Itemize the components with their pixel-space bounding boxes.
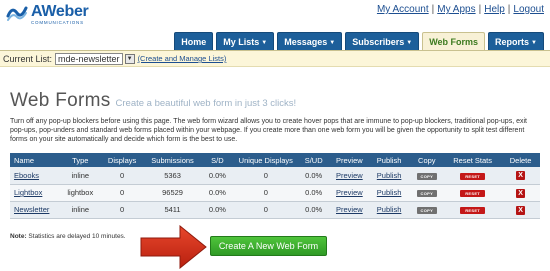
col-displays: Displays	[107, 155, 137, 165]
col-delete: Delete	[509, 155, 532, 165]
preview-link[interactable]: Preview	[336, 171, 363, 180]
current-list-label: Current List:	[3, 53, 53, 64]
stats-note: Note: Statistics are delayed 10 minutes.	[10, 233, 126, 240]
main-nav: Home My Lists ▼ Messages ▼ Subscribers ▼ We…	[174, 32, 544, 51]
reset-stats-button[interactable]: RESET	[460, 190, 486, 197]
form-submissions: 96529	[162, 188, 183, 197]
col-name: Name	[14, 155, 35, 165]
aweber-logo[interactable]: AWeber COMMUNICATIONS	[6, 3, 89, 26]
copy-button[interactable]: COPY	[416, 190, 438, 197]
form-sud: 0.0%	[305, 188, 323, 197]
publish-link[interactable]: Publish	[377, 188, 402, 197]
col-unique-displays: Unique Displays	[238, 155, 293, 165]
form-type: inline	[71, 170, 90, 180]
list-select[interactable]: mde-newsletter	[55, 52, 123, 65]
form-sud: 0.0%	[305, 205, 323, 214]
form-sd: 0.0%	[208, 188, 226, 197]
logo-subtitle: COMMUNICATIONS	[31, 20, 84, 25]
reset-stats-button[interactable]: RESET	[460, 207, 486, 214]
table-row: Lightbox lightbox 0 96529 0.0% 0 0.0% Pr…	[10, 184, 540, 201]
form-displays: 0	[120, 205, 125, 214]
form-name-link[interactable]: Newsletter	[14, 205, 49, 214]
col-sd: S/D	[211, 155, 224, 165]
form-type: inline	[71, 205, 90, 214]
separator: |	[431, 4, 435, 15]
col-submissions: Submissions	[151, 155, 194, 165]
tab-label: Home	[181, 37, 207, 47]
delete-icon[interactable]: X	[516, 205, 526, 215]
caret-down-icon: ▼	[531, 40, 537, 46]
form-unique-displays: 0	[263, 205, 268, 214]
caret-down-icon: ▼	[406, 40, 413, 46]
create-new-web-form-button[interactable]: Create A New Web Form	[210, 236, 327, 256]
form-displays: 0	[120, 170, 125, 180]
form-sd: 0.0%	[208, 205, 226, 214]
tab-label: Subscribers	[352, 37, 405, 47]
form-submissions: 5363	[164, 170, 181, 180]
tab-home[interactable]: Home	[174, 32, 214, 50]
publish-link[interactable]: Publish	[377, 171, 402, 180]
help-link[interactable]: Help	[484, 4, 505, 15]
my-apps-link[interactable]: My Apps	[437, 4, 475, 15]
separator: |	[478, 4, 482, 15]
my-account-link[interactable]: My Account	[377, 4, 429, 15]
form-name-link[interactable]: Lightbox	[14, 188, 42, 197]
form-type: lightbox	[67, 188, 94, 197]
current-list-bar: Current List: mde-newsletter ▼ (Create a…	[0, 50, 550, 67]
logo-wave-icon	[6, 4, 28, 22]
logout-link[interactable]: Logout	[513, 4, 544, 15]
note-label: Note:	[10, 233, 27, 240]
separator: |	[507, 4, 511, 15]
tab-subscribers[interactable]: Subscribers ▼	[345, 32, 420, 50]
col-type: Type	[72, 155, 89, 165]
col-publish: Publish	[376, 155, 402, 165]
col-preview: Preview	[336, 155, 363, 165]
caret-down-icon: ▼	[329, 40, 336, 46]
form-name-link[interactable]: Ebooks	[14, 171, 39, 180]
delete-icon[interactable]: X	[516, 171, 526, 181]
publish-link[interactable]: Publish	[377, 205, 402, 214]
form-displays: 0	[120, 188, 125, 197]
page-description: Turn off any pop-up blockers before usin…	[10, 118, 527, 144]
col-copy: Copy	[418, 155, 436, 165]
form-submissions: 5411	[164, 205, 181, 214]
form-sud: 0.0%	[305, 170, 323, 180]
tab-reports[interactable]: Reports ▼	[488, 32, 544, 50]
copy-button[interactable]: COPY	[416, 172, 438, 180]
copy-button[interactable]: COPY	[416, 207, 438, 214]
page-title: Web Forms	[10, 90, 111, 111]
col-sud: S/UD	[304, 155, 323, 165]
col-reset-stats: Reset Stats	[453, 155, 493, 165]
note-text: Statistics are delayed 10 minutes.	[28, 233, 126, 240]
tab-label: Web Forms	[429, 37, 479, 47]
table-header-row: Name Type Displays Submissions S/D Uniqu…	[10, 153, 540, 167]
form-unique-displays: 0	[263, 188, 268, 197]
tab-label: Messages	[284, 37, 328, 47]
page-heading: Web Forms Create a beautiful web form in…	[10, 90, 296, 112]
caret-down-icon: ▼	[261, 40, 268, 46]
top-links: My Account | My Apps | Help | Logout	[377, 4, 544, 15]
table-row: Newsletter inline 0 5411 0.0% 0 0.0% Pre…	[10, 201, 540, 218]
tab-label: My Lists	[223, 37, 260, 47]
tab-web-forms[interactable]: Web Forms	[422, 32, 486, 51]
reset-stats-button[interactable]: RESET	[460, 172, 486, 180]
red-arrow-icon	[140, 224, 208, 271]
tab-label: Reports	[495, 37, 530, 47]
logo-name: AWeber	[31, 3, 89, 20]
tab-messages[interactable]: Messages ▼	[277, 32, 343, 50]
preview-link[interactable]: Preview	[336, 205, 363, 214]
form-unique-displays: 0	[263, 170, 268, 180]
manage-lists-link[interactable]: (Create and Manage Lists)	[138, 54, 227, 63]
delete-icon[interactable]: X	[516, 188, 526, 198]
web-forms-table: Name Type Displays Submissions S/D Uniqu…	[10, 153, 540, 219]
list-dropdown-icon[interactable]: ▼	[124, 53, 135, 64]
table-row: Ebooks inline 0 5363 0.0% 0 0.0% Preview…	[10, 167, 540, 184]
tab-my-lists[interactable]: My Lists ▼	[216, 32, 275, 50]
page-subtitle: Create a beautiful web form in just 3 cl…	[115, 98, 297, 109]
form-sd: 0.0%	[208, 170, 226, 180]
list-select-value: mde-newsletter	[58, 53, 120, 64]
preview-link[interactable]: Preview	[336, 188, 363, 197]
